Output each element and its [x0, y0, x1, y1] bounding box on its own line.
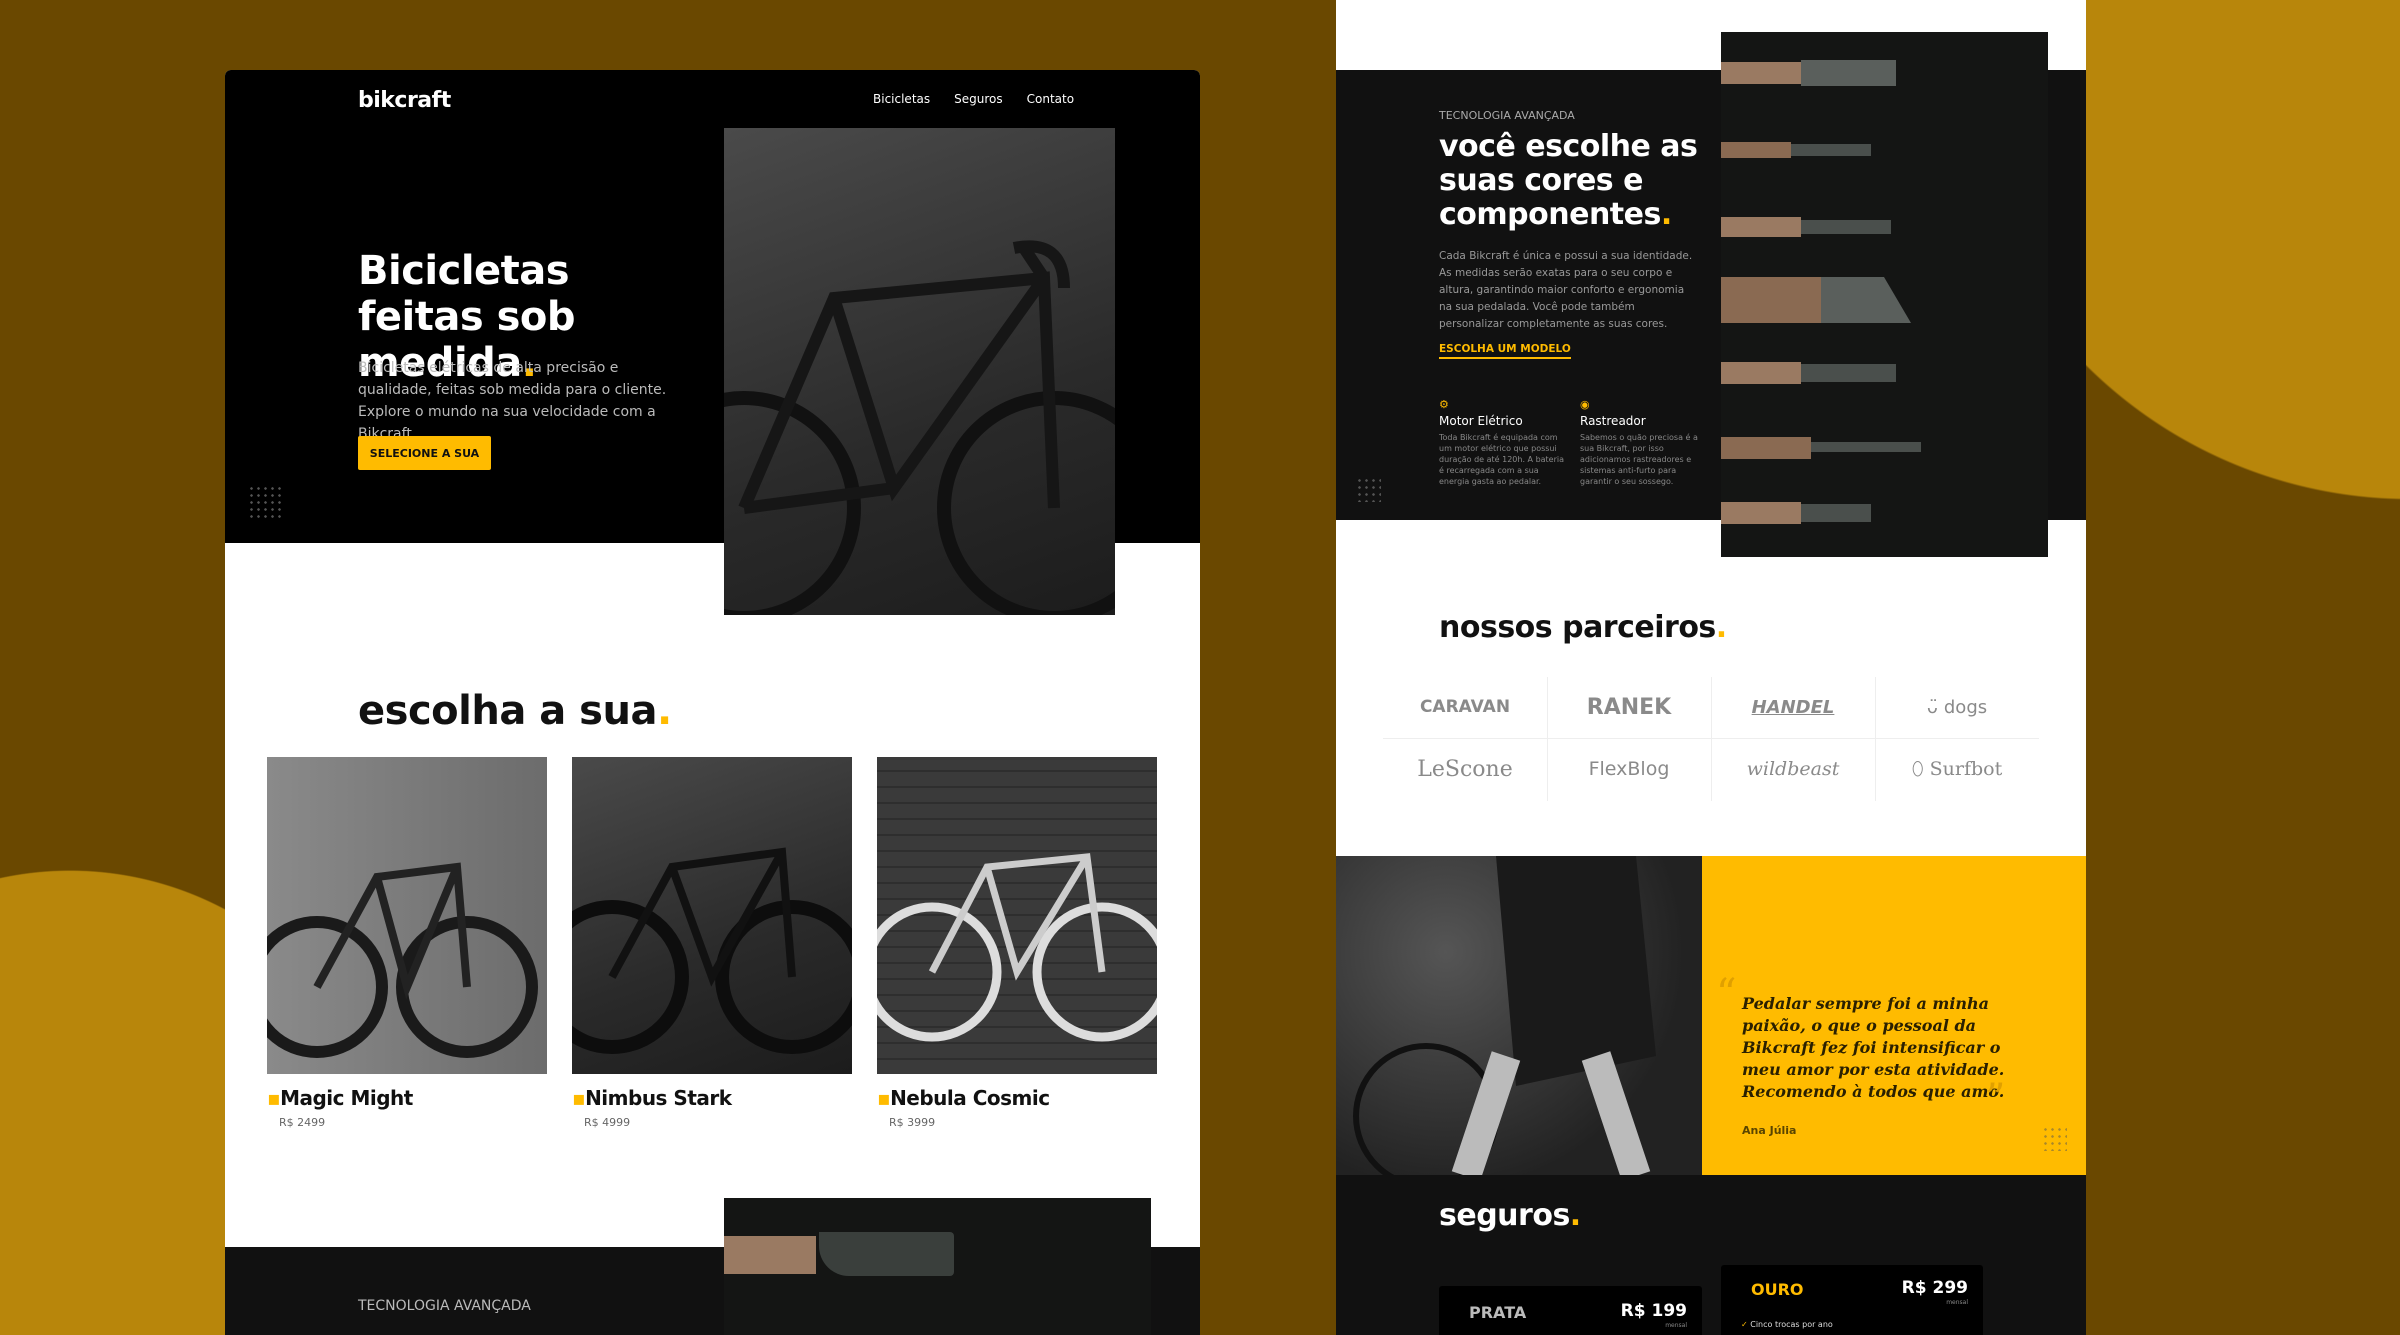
product-price: R$ 4999 — [584, 1116, 631, 1129]
testimonial-quote: Pedalar sempre foi a minha paixão, o que… — [1742, 994, 2005, 1101]
plan-name: PRATA — [1469, 1303, 1527, 1322]
feature-title: Rastreador — [1580, 414, 1646, 428]
feature-text: Sabemos o quão preciosa é a sua Bikcraft… — [1580, 433, 1698, 486]
partner-logo-ranek: RANEK — [1586, 694, 1672, 720]
surfboard-icon: ⬯ — [1911, 758, 1924, 780]
hero-bike-image — [724, 128, 1115, 615]
quote-close-icon: ” — [1985, 1076, 2006, 1122]
nav-seguros[interactable]: Seguros — [954, 92, 1003, 106]
tech-label: TECNOLOGIA AVANÇADA — [1439, 109, 1575, 122]
dots-pattern — [1356, 477, 1381, 502]
partner-logo-lescone: LeScone — [1417, 756, 1513, 782]
dots-pattern — [2042, 1126, 2067, 1151]
nav-bicicletas[interactable]: Bicicletas — [873, 92, 930, 106]
plan-period: mensal — [1665, 1322, 1687, 1329]
partner-logo-dogs: ᴗ̈ dogs — [1926, 696, 1988, 718]
insurance-title: seguros. — [1439, 1198, 1581, 1233]
tech-label: TECNOLOGIA AVANÇADA — [358, 1298, 531, 1314]
plan-period: mensal — [1946, 1299, 1968, 1306]
tools-image — [1721, 32, 2048, 557]
main-nav: Bicicletas Seguros Contato — [873, 92, 1074, 106]
choose-model-link[interactable]: ESCOLHA UM MODELO — [1439, 343, 1571, 359]
logo[interactable]: bikcraft — [358, 88, 451, 113]
product-card[interactable]: ▪Nimbus Stark R$ 4999 — [572, 757, 852, 1129]
hero-description: Bicicletas elétricas de alta precisão e … — [358, 360, 667, 442]
plan-price: R$ 199 — [1620, 1301, 1687, 1321]
products-title: escolha a sua. — [358, 688, 672, 734]
tech-image — [724, 1198, 1151, 1335]
product-card[interactable]: ▪Nebula Cosmic R$ 3999 — [877, 757, 1157, 1129]
tech-title: você escolhe as suas cores e componentes… — [1439, 129, 1698, 232]
testimonial-photo — [1336, 856, 1702, 1176]
bike-icon: ⚙ — [1439, 398, 1449, 411]
feature-title: Motor Elétrico — [1439, 414, 1523, 428]
product-name: ▪Magic Might — [267, 1086, 413, 1110]
product-name: ▪Nebula Cosmic — [877, 1086, 1050, 1110]
partners-title: nossos parceiros. — [1439, 610, 1727, 645]
home-page-mockup: bikcraft Bicicletas Seguros Contato Bici… — [225, 70, 1200, 1335]
product-price: R$ 2499 — [279, 1116, 326, 1129]
quote-open-icon: “ — [1716, 971, 1737, 1017]
partners-grid: CARAVAN RANEK HANDEL ᴗ̈ dogs LeScone Flex… — [1383, 677, 2039, 801]
feature-tracker: ◉ Rastreador Sabemos o quão preciosa é a… — [1580, 398, 1705, 487]
tech-description: Cada Bikcraft é única e possui a sua ide… — [1439, 250, 1693, 330]
feature-text: Toda Bikcraft é equipada com um motor el… — [1439, 433, 1565, 486]
partner-logo-flexblog: FlexBlog — [1588, 758, 1670, 780]
product-image[interactable] — [572, 757, 852, 1074]
plan-price: R$ 299 — [1901, 1278, 1968, 1298]
feature-motor: ⚙ Motor Elétrico Toda Bikcraft é equipad… — [1439, 398, 1569, 487]
dog-face-icon: ᴗ̈ — [1926, 696, 1938, 718]
product-image[interactable] — [267, 757, 547, 1074]
plan-name: OURO — [1751, 1280, 1804, 1299]
product-image[interactable] — [877, 757, 1157, 1074]
product-price: R$ 3999 — [889, 1116, 936, 1129]
plan-feature: ✓ Cinco trocas por ano — [1741, 1320, 1833, 1329]
plan-card-ouro[interactable]: OURO R$ 299 mensal ✓ Cinco trocas por an… — [1721, 1265, 1983, 1335]
partner-logo-wildbeast: wildbeast — [1746, 758, 1840, 780]
target-icon: ◉ — [1580, 398, 1590, 411]
nav-contato[interactable]: Contato — [1027, 92, 1074, 106]
partner-logo-surfbot: ⬯ Surfbot — [1911, 758, 2003, 780]
product-card[interactable]: ▪Magic Might R$ 2499 — [267, 757, 547, 1129]
check-icon: ✓ — [1741, 1320, 1751, 1329]
select-bike-button[interactable]: SELECIONE A SUA — [358, 436, 491, 470]
page-sections-mockup: TECNOLOGIA AVANÇADA você escolhe as suas… — [1336, 0, 2086, 1335]
product-name: ▪Nimbus Stark — [572, 1086, 732, 1110]
partner-logo-caravan: CARAVAN — [1419, 697, 1511, 717]
testimonial-author: Ana Júlia — [1742, 1124, 1797, 1137]
dots-pattern — [248, 485, 283, 520]
plan-card-prata[interactable]: PRATA R$ 199 mensal — [1439, 1286, 1702, 1335]
testimonial-section: “ Pedalar sempre foi a minha paixão, o q… — [1702, 856, 2086, 1176]
partner-logo-handel: HANDEL — [1751, 696, 1835, 718]
